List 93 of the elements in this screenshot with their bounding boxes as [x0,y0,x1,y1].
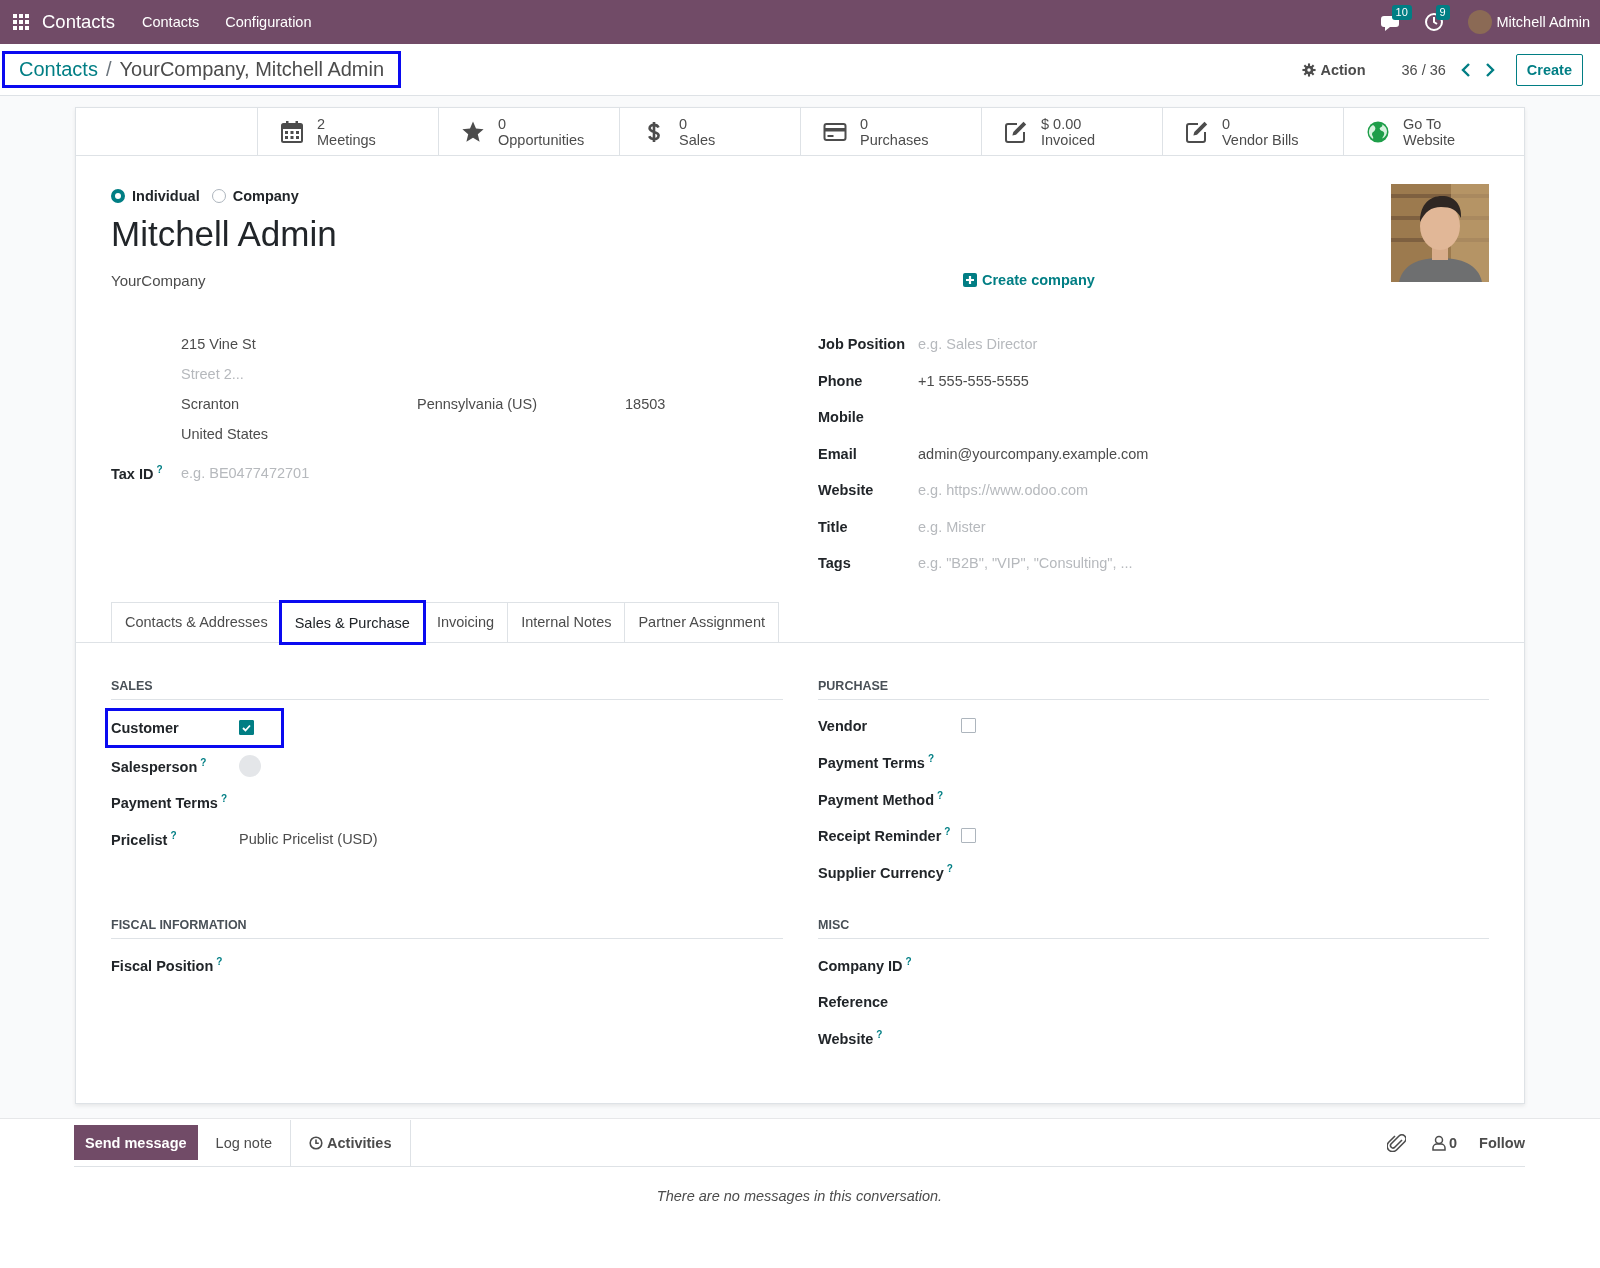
state-field[interactable]: Pennsylvania (US) [417,396,538,412]
field-label: Email [818,445,858,462]
radio-button[interactable] [111,189,125,203]
action-button[interactable]: Action [1298,57,1370,82]
smart-button[interactable]: Go To Website [1343,108,1524,155]
clock-icon [309,1135,323,1150]
pager-value[interactable]: 36 / 36 [1401,61,1446,78]
breadcrumb-link[interactable]: Contacts [19,58,98,81]
field-label: Title [818,518,849,535]
checkbox[interactable] [961,718,976,734]
street-field[interactable]: 215 Vine St [181,336,256,352]
field-label: Payment Terms [111,795,218,812]
person-icon [1432,1134,1446,1151]
empty-message: There are no messages in this conversation. [655,1187,944,1204]
field-label: Job Position [818,336,906,353]
smart-button[interactable]: $ 0.00 Invoiced [981,108,1162,155]
text-field[interactable]: Public Pricelist (USD) [239,830,378,847]
section-title: PURCHASE [818,678,1489,700]
calendar-icon [280,119,304,144]
count-badge: 10 [1391,5,1412,20]
contact-name: Mitchell Admin [111,213,338,255]
field-label: Salesperson [111,758,198,775]
city-field[interactable]: Scranton [181,396,240,412]
breadcrumb-separator: / [105,58,112,81]
field-label: Customer [111,719,179,736]
help-mark: ? [905,956,912,968]
field-label: Payment Terms [818,755,925,772]
field-label: Vendor [818,717,868,734]
section-title: MISC [818,918,1489,939]
follow-button[interactable]: Follow [1479,1134,1525,1151]
smart-button[interactable]: 0 Vendor Bills [1162,108,1343,155]
count-badge: 9 [1435,5,1450,20]
previous-icon[interactable] [1459,61,1472,78]
help-mark: ? [200,756,207,768]
radio-label[interactable]: Individual [132,188,200,204]
zip-field[interactable]: 18503 [625,396,666,412]
followers-button[interactable]: 0 [1432,1134,1458,1151]
globe-icon [1366,119,1390,144]
next-icon[interactable] [1483,61,1496,78]
settings-icon [1302,62,1317,77]
smart-button[interactable]: 0 Sales [619,108,800,155]
smart-button[interactable]: 0 Opportunities [438,108,619,155]
help-mark: ? [170,829,177,841]
create-company-link[interactable]: Create company [963,272,1095,288]
user-name[interactable]: Mitchell Admin [1496,14,1590,30]
tab[interactable]: Contacts & Addresses [111,601,282,642]
section-title: SALES [111,678,783,700]
country-field[interactable]: United States [181,426,269,442]
edit-icon [1185,119,1209,144]
field-label: Website [818,1031,874,1048]
help-mark: ? [946,862,953,874]
breadcrumb-current: YourCompany, Mitchell Admin [119,58,385,81]
field-label: Tax ID [111,465,154,482]
field-label: Company ID [818,958,903,975]
smart-button[interactable]: 0 Purchases [800,108,981,155]
field-label: Pricelist [111,831,168,848]
send-message-button[interactable]: Send message [74,1125,198,1160]
help-mark: ? [156,464,163,476]
field-label: Phone [818,372,864,389]
help-mark: ? [937,789,944,801]
menu-item[interactable]: Contacts [142,14,200,30]
paperclip-icon[interactable] [1387,1133,1406,1152]
company-field[interactable]: YourCompany [111,271,818,289]
tab[interactable]: Sales & Purchase [280,601,424,643]
text-field[interactable]: +1 555-555-5555 [918,372,1029,389]
help-mark: ? [927,753,935,765]
checkmark-icon [242,723,251,732]
tab[interactable]: Partner Assignment [624,601,779,642]
help-mark: ? [876,1029,883,1041]
radio-button[interactable] [211,189,226,203]
app-name[interactable]: Contacts [42,11,115,33]
help-mark: ? [216,956,223,968]
field-label: Reference [818,993,889,1010]
edit-icon [1004,119,1028,144]
field-label: Website [818,482,875,499]
checkbox[interactable] [961,827,976,843]
field-label: Payment Method [818,791,934,808]
field-label: Mobile [818,409,865,426]
plus-icon [963,273,977,287]
help-mark: ? [944,826,951,838]
menu-item[interactable]: Configuration [225,14,312,30]
smart-button[interactable]: 2 Meetings [257,108,438,155]
field-label: Supplier Currency [818,864,944,881]
radio-label[interactable]: Company [232,188,299,204]
field-label: Receipt Reminder [818,828,942,845]
checkbox[interactable] [239,720,254,735]
create-button[interactable]: Create [1515,53,1583,86]
section-title: FISCAL INFORMATION [111,918,783,939]
help-mark: ? [220,793,228,805]
apps-menu-icon[interactable] [13,14,29,30]
field-label: Tags [818,555,852,572]
field-label: Fiscal Position [111,958,214,975]
text-field[interactable]: admin@yourcompany.example.com [918,445,1149,462]
